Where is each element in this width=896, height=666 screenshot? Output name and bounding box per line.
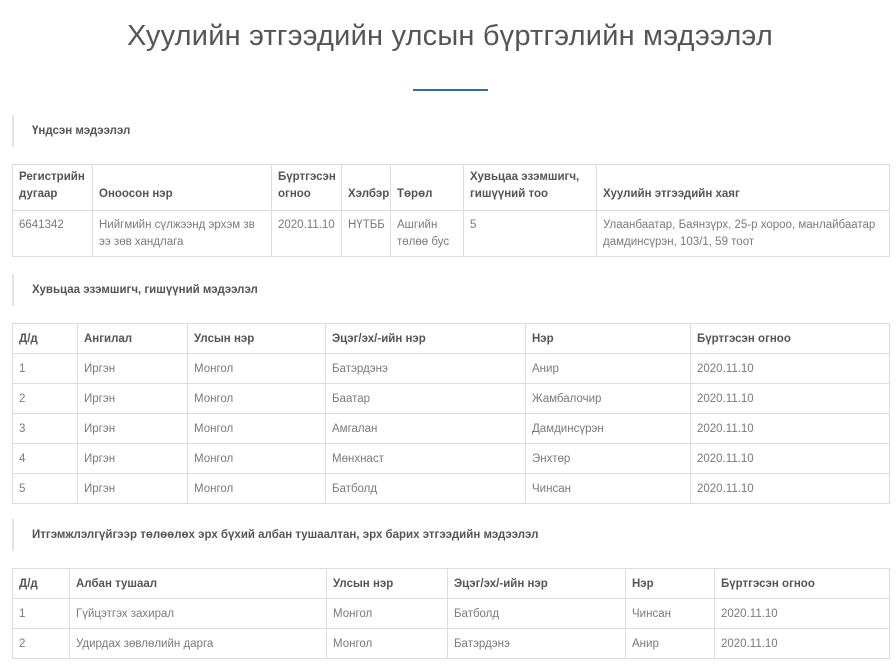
table-cell: 5 bbox=[463, 210, 597, 257]
table-cell: Амгалан bbox=[325, 413, 526, 444]
table-cell: 2020.11.10 bbox=[271, 210, 342, 257]
section-heading-basic-label: Үндсэн мэдээлэл bbox=[32, 125, 131, 137]
table-cell: 1 bbox=[12, 353, 78, 384]
basic-info-table: Регистрийн дугаар Оноосон нэр Бүртгэсэн … bbox=[12, 164, 890, 257]
column-header: Бүртгэсэн огноо bbox=[714, 568, 890, 599]
column-header: Бүртгэсэн огноо bbox=[690, 323, 890, 354]
column-header: Регистрийн дугаар bbox=[12, 164, 93, 211]
column-header: Эцэг/эх/-ийн нэр bbox=[447, 568, 626, 599]
title-underline bbox=[413, 89, 488, 91]
table-cell: 2020.11.10 bbox=[714, 598, 890, 629]
table-cell: 2020.11.10 bbox=[690, 383, 890, 414]
table-header-row: Д/д Албан тушаал Улсын нэр Эцэг/эх/-ийн … bbox=[12, 568, 890, 599]
table-cell: Энхтөр bbox=[525, 443, 691, 474]
table-cell: Монгол bbox=[326, 628, 448, 659]
table-cell: Жамбалочир bbox=[525, 383, 691, 414]
table-cell: Батболд bbox=[325, 473, 526, 504]
table-cell: 2020.11.10 bbox=[690, 473, 890, 504]
table-cell: 5 bbox=[12, 473, 78, 504]
table-cell: Монгол bbox=[187, 443, 326, 474]
table-cell: 2020.11.10 bbox=[714, 628, 890, 659]
table-header-row: Регистрийн дугаар Оноосон нэр Бүртгэсэн … bbox=[12, 164, 890, 211]
table-cell: Иргэн bbox=[77, 383, 188, 414]
page-title: Хуулийн этгээдийн улсын бүртгэлийн мэдээ… bbox=[127, 20, 773, 52]
table-cell: НҮТББ bbox=[341, 210, 391, 257]
section-heading-shareholders-label: Хувьцаа эзэмшигч, гишүүний мэдээлэл bbox=[32, 284, 258, 296]
officials-table: Д/д Албан тушаал Улсын нэр Эцэг/эх/-ийн … bbox=[12, 568, 890, 659]
table-cell: Дамдинсүрэн bbox=[525, 413, 691, 444]
table-row: 1 Гүйцэтгэх захирал Монгол Батболд Чинса… bbox=[12, 598, 890, 629]
column-header: Бүртгэсэн огноо bbox=[271, 164, 342, 211]
column-header: Оноосон нэр bbox=[92, 164, 272, 211]
table-cell: 2 bbox=[12, 628, 70, 659]
table-cell: Иргэн bbox=[77, 413, 188, 444]
table-cell: Иргэн bbox=[77, 443, 188, 474]
section-heading-basic: Үндсэн мэдээлэл bbox=[12, 115, 888, 147]
column-header: Нэр bbox=[525, 323, 691, 354]
table-cell: Нийгмийн сүлжээнд эрхэм зв ээ зөв хандла… bbox=[92, 210, 272, 257]
column-header: Төрөл bbox=[390, 164, 464, 211]
table-cell: Анир bbox=[525, 353, 691, 384]
section-heading-officials-label: Итгэмжлэлгүйгээр төлөөлөх эрх бүхий алба… bbox=[32, 529, 539, 541]
table-cell: 1 bbox=[12, 598, 70, 629]
column-header: Хэлбэр bbox=[341, 164, 391, 211]
table-cell: 6641342 bbox=[12, 210, 93, 257]
table-cell: Иргэн bbox=[77, 353, 188, 384]
column-header: Нэр bbox=[625, 568, 715, 599]
column-header: Албан тушаал bbox=[69, 568, 327, 599]
table-cell: Мөнхнаст bbox=[325, 443, 526, 474]
column-header: Эцэг/эх/-ийн нэр bbox=[325, 323, 526, 354]
column-header: Д/д bbox=[12, 568, 70, 599]
table-cell: Монгол bbox=[187, 413, 326, 444]
shareholders-table: Д/д Ангилал Улсын нэр Эцэг/эх/-ийн нэр Н… bbox=[12, 323, 890, 504]
table-cell: Батэрдэнэ bbox=[325, 353, 526, 384]
table-cell: Чинсан bbox=[525, 473, 691, 504]
section-heading-shareholders: Хувьцаа эзэмшигч, гишүүний мэдээлэл bbox=[12, 274, 888, 306]
table-cell: Гүйцэтгэх захирал bbox=[69, 598, 327, 629]
section-heading-officials: Итгэмжлэлгүйгээр төлөөлөх эрх бүхий алба… bbox=[12, 519, 888, 551]
column-header: Хувьцаа эзэмшигч, гишүүний тоо bbox=[463, 164, 597, 211]
table-row: 6641342 Нийгмийн сүлжээнд эрхэм зв ээ зө… bbox=[12, 210, 890, 257]
table-cell: Монгол bbox=[187, 473, 326, 504]
column-header: Ангилал bbox=[77, 323, 188, 354]
table-cell: Монгол bbox=[187, 383, 326, 414]
table-cell: 3 bbox=[12, 413, 78, 444]
table-cell: 2 bbox=[12, 383, 78, 414]
table-cell: Ашгийн төлөө бус bbox=[390, 210, 464, 257]
table-row: 2 Удирдах зөвлөлийн дарга Монгол Батэрдэ… bbox=[12, 628, 890, 659]
table-cell: 2020.11.10 bbox=[690, 353, 890, 384]
column-header: Д/д bbox=[12, 323, 78, 354]
table-cell: Чинсан bbox=[625, 598, 715, 629]
table-cell: Баатар bbox=[325, 383, 526, 414]
table-cell: Иргэн bbox=[77, 473, 188, 504]
table-row: 2 Иргэн Монгол Баатар Жамбалочир 2020.11… bbox=[12, 383, 890, 414]
table-cell: Батболд bbox=[447, 598, 626, 629]
column-header: Улсын нэр bbox=[187, 323, 326, 354]
table-cell: Улаанбаатар, Баянзүрх, 25-р хороо, манла… bbox=[596, 210, 890, 257]
table-cell: Монгол bbox=[326, 598, 448, 629]
column-header: Хуулийн этгээдийн хаяг bbox=[596, 164, 890, 211]
table-cell: 2020.11.10 bbox=[690, 413, 890, 444]
table-cell: Батэрдэнэ bbox=[447, 628, 626, 659]
table-cell: Удирдах зөвлөлийн дарга bbox=[69, 628, 327, 659]
table-cell: 4 bbox=[12, 443, 78, 474]
table-cell: Монгол bbox=[187, 353, 326, 384]
table-header-row: Д/д Ангилал Улсын нэр Эцэг/эх/-ийн нэр Н… bbox=[12, 323, 890, 354]
table-row: 5 Иргэн Монгол Батболд Чинсан 2020.11.10 bbox=[12, 473, 890, 504]
table-cell: Анир bbox=[625, 628, 715, 659]
table-row: 1 Иргэн Монгол Батэрдэнэ Анир 2020.11.10 bbox=[12, 353, 890, 384]
table-row: 4 Иргэн Монгол Мөнхнаст Энхтөр 2020.11.1… bbox=[12, 443, 890, 474]
table-row: 3 Иргэн Монгол Амгалан Дамдинсүрэн 2020.… bbox=[12, 413, 890, 444]
table-cell: 2020.11.10 bbox=[690, 443, 890, 474]
column-header: Улсын нэр bbox=[326, 568, 448, 599]
